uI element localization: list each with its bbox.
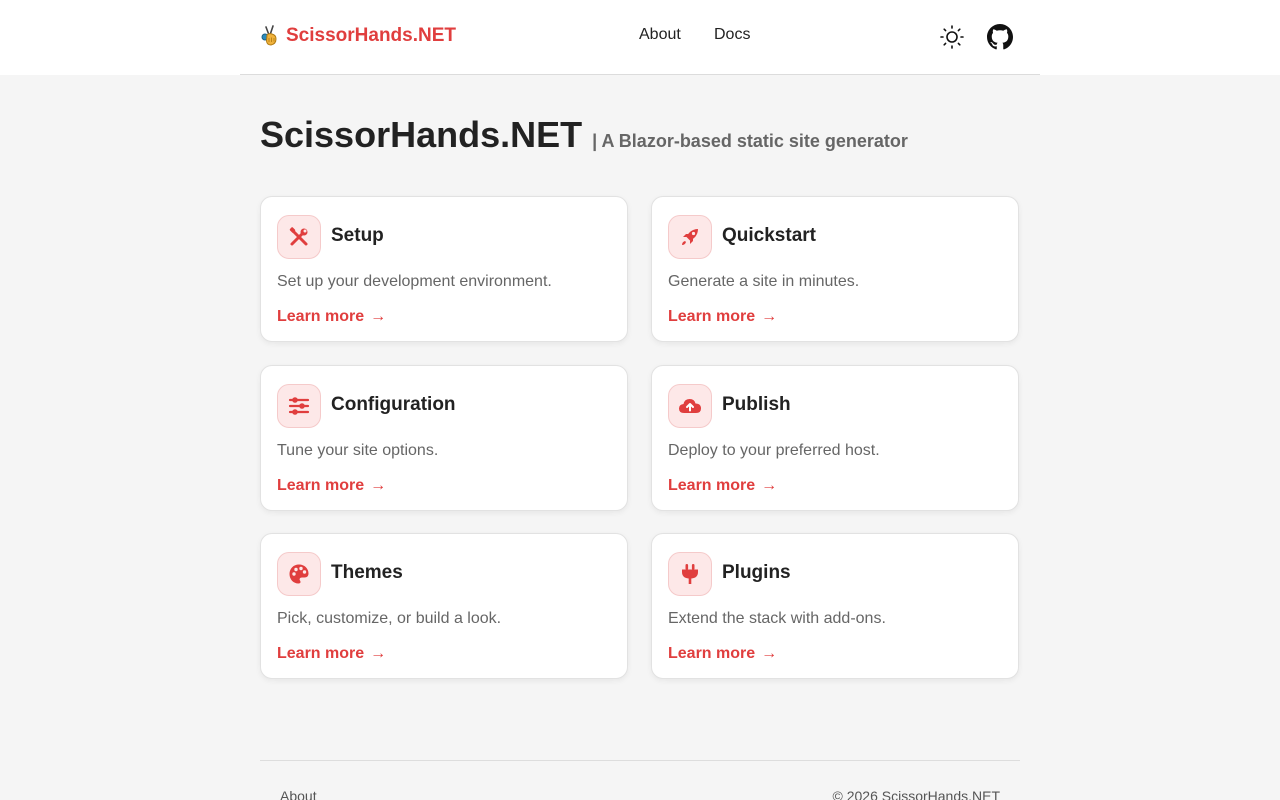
learn-more-label: Learn more [277,308,365,325]
arrow-right-icon: → [370,308,387,325]
card-title: Setup [331,225,384,246]
learn-more-label: Learn more [668,645,756,662]
card-icon-tile [668,215,712,259]
arrow-right-icon: → [370,477,387,494]
learn-more-link[interactable]: Learn more → [668,645,777,663]
cloud-upload-icon [679,399,701,413]
learn-more-label: Learn more [277,477,365,494]
hero-heading: ScissorHands.NET | A Blazor-based static… [260,114,908,158]
card-description: Set up your development environment. [277,273,552,290]
arrow-right-icon: → [761,308,778,325]
card-plugins[interactable]: Plugins Extend the stack with add-ons. L… [651,533,1019,679]
tools-icon [289,227,308,246]
card-title: Plugins [722,562,791,583]
rocket-icon [682,229,698,245]
plug-icon [682,564,698,584]
card-description: Extend the stack with add-ons. [668,610,886,627]
palette-icon [289,564,309,584]
card-title: Quickstart [722,225,816,246]
card-publish[interactable]: Publish Deploy to your preferred host. L… [651,365,1019,511]
card-title: Themes [331,562,403,583]
arrow-right-icon: → [761,477,778,494]
arrow-right-icon: → [370,645,387,662]
card-description: Deploy to your preferred host. [668,442,880,459]
sun-icon [940,25,964,49]
learn-more-link[interactable]: Learn more → [277,645,386,663]
card-title: Publish [722,394,791,415]
learn-more-label: Learn more [277,645,365,662]
learn-more-link[interactable]: Learn more → [277,477,386,495]
card-description: Pick, customize, or build a look. [277,610,502,627]
page-subtitle: | A Blazor-based static site generator [592,131,908,151]
card-icon-tile [277,552,321,596]
card-themes[interactable]: Themes Pick, customize, or build a look.… [260,533,628,679]
footer-divider [260,760,1020,761]
learn-more-label: Learn more [668,477,756,494]
card-description: Generate a site in minutes. [668,273,860,290]
card-description: Tune your site options. [277,442,439,459]
learn-more-link[interactable]: Learn more → [277,308,386,326]
theme-toggle-button[interactable] [939,24,965,50]
footer-copyright: © 2026 ScissorHands.NET [832,788,1001,800]
sliders-icon [288,397,310,415]
github-button[interactable] [987,24,1013,50]
card-setup[interactable]: Setup Set up your development environmen… [260,196,628,342]
arrow-right-icon: → [761,645,778,662]
header-divider [240,74,1040,75]
nav-link-docs[interactable]: Docs [714,26,750,44]
card-title: Configuration [331,394,456,415]
github-icon [987,24,1013,50]
card-icon-tile [277,215,321,259]
learn-more-link[interactable]: Learn more → [668,308,777,326]
card-icon-tile [668,552,712,596]
nav-link-about[interactable]: About [639,26,681,44]
card-icon-tile [277,384,321,428]
main-nav: About Docs [0,26,1280,48]
learn-more-link[interactable]: Learn more → [668,477,777,495]
card-configuration[interactable]: Configuration Tune your site options. Le… [260,365,628,511]
card-icon-tile [668,384,712,428]
card-quickstart[interactable]: Quickstart Generate a site in minutes. L… [651,196,1019,342]
learn-more-label: Learn more [668,308,756,325]
page-title: ScissorHands.NET [260,114,583,155]
footer-link-about[interactable]: About [280,788,317,800]
